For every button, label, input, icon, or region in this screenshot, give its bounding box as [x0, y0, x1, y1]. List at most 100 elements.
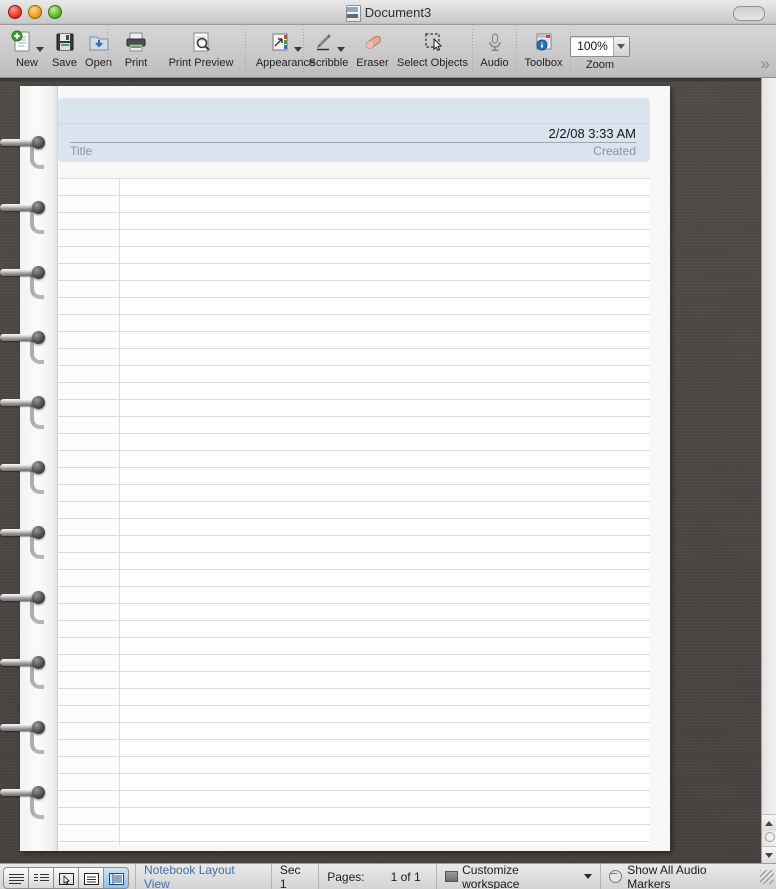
note-margin-rule [119, 179, 120, 845]
spiral-ring [0, 719, 48, 754]
spiral-ring [0, 589, 48, 624]
toolbar-button-save[interactable]: Save [48, 25, 81, 69]
resize-grip[interactable] [760, 869, 774, 884]
status-bar: Notebook Layout View Sec 1 Pages: 1 of 1… [0, 863, 776, 889]
view-mode-buttons [3, 866, 129, 889]
toolbar-overflow-chevron[interactable]: » [761, 55, 770, 72]
toolbar-button-scribble[interactable]: Scribble [306, 25, 351, 69]
draft-view-icon [8, 872, 24, 884]
created-date-value[interactable]: 2/2/08 3:33 AM [549, 126, 636, 142]
customize-workspace-menu[interactable]: Customize workspace [436, 863, 600, 889]
window-controls [8, 5, 62, 19]
vertical-scrollbar[interactable] [761, 78, 776, 863]
eraser-icon [361, 29, 385, 55]
toolbar-label-zoom: Zoom [585, 59, 615, 71]
zoom-button[interactable] [48, 5, 62, 19]
toolbar-separator [107, 29, 108, 73]
toolbar-separator [245, 29, 246, 73]
header-title-rule [70, 142, 636, 143]
appearance-icon [270, 29, 302, 55]
notebook-layout-view-icon [108, 872, 124, 885]
toolbar-label-eraser: Eraser [356, 57, 389, 69]
window-title-bar: Document3 [0, 0, 776, 25]
view-button-outline-view[interactable] [28, 866, 53, 889]
spiral-ring [0, 784, 48, 819]
notebook-header: 2/2/08 3:33 AM Title Created [58, 98, 650, 162]
workspace-icon [445, 871, 459, 882]
toolbar-label-select-objects: Select Objects [397, 57, 468, 69]
toolbar-separator [303, 29, 304, 73]
toolbox-info-icon [533, 29, 555, 55]
chevron-down-icon[interactable] [584, 874, 593, 879]
toolbar-zoom-control[interactable]: 100% Zoom [570, 25, 630, 71]
toolbar-label-print-preview: Print Preview [168, 57, 234, 69]
toolbar-button-print[interactable]: Print [112, 25, 160, 69]
spiral-ring [0, 329, 48, 364]
spiral-ring [0, 459, 48, 494]
printer-icon [124, 29, 148, 55]
toolbar-toggle-button[interactable] [733, 6, 765, 21]
print-layout-view-icon [83, 872, 99, 885]
canvas-top-shadow [0, 78, 776, 83]
document-canvas: 2/2/08 3:33 AM Title Created [0, 78, 776, 863]
toolbar-button-new[interactable]: New [6, 25, 48, 69]
toolbar-label-new: New [15, 57, 38, 69]
spiral-ring [0, 199, 48, 234]
status-pages: Pages: 1 of 1 [318, 863, 436, 889]
title-field-label: Title [70, 144, 93, 158]
main-toolbar: New Save Open Print Print Preview Appear… [0, 25, 776, 78]
publishing-layout-view-icon [58, 872, 74, 885]
spiral-ring [0, 394, 48, 429]
audio-marker-icon [609, 870, 623, 883]
document-icon [345, 4, 361, 22]
minimize-button[interactable] [28, 5, 42, 19]
pencil-icon [313, 29, 345, 55]
chevron-down-icon[interactable] [293, 47, 302, 52]
toolbar-button-audio[interactable]: Audio [476, 25, 513, 69]
zoom-value: 100% [577, 39, 608, 53]
application-window: Document3 New Save Open Print Print Prev… [0, 0, 776, 889]
toolbar-button-print-preview[interactable]: Print Preview [160, 25, 242, 69]
view-button-publishing-layout-view[interactable] [53, 866, 78, 889]
header-value-row: 2/2/08 3:33 AM [70, 122, 636, 142]
view-button-notebook-layout-view[interactable] [103, 866, 129, 889]
zoom-combobox[interactable]: 100% [570, 36, 630, 57]
view-button-draft-view[interactable] [3, 866, 28, 889]
window-title-area: Document3 [0, 0, 776, 25]
spiral-ring [0, 134, 48, 169]
toolbar-button-select-objects[interactable]: Select Objects [394, 25, 471, 69]
toolbar-button-toolbox[interactable]: Toolbox [520, 25, 567, 69]
chevron-down-icon[interactable] [36, 47, 44, 52]
toolbar-label-audio: Audio [480, 57, 509, 69]
marquee-select-icon [421, 29, 445, 55]
toolbar-button-eraser[interactable]: Eraser [351, 25, 394, 69]
toolbar-separator [472, 29, 473, 73]
new-document-icon [10, 29, 44, 55]
notebook-lined-area[interactable] [58, 178, 650, 845]
scroll-split-control[interactable] [765, 832, 775, 842]
scroll-down-arrow[interactable] [762, 846, 776, 863]
chevron-down-icon[interactable] [336, 47, 345, 52]
view-button-print-layout-view[interactable] [78, 866, 103, 889]
toolbar-label-save: Save [51, 57, 78, 69]
header-labels: Title Created [70, 144, 636, 158]
scroll-up-arrow[interactable] [762, 814, 776, 831]
spiral-ring [0, 524, 48, 559]
toolbar-label-scribble: Scribble [308, 57, 349, 69]
outline-view-icon [33, 872, 49, 884]
show-audio-markers-button[interactable]: Show All Audio Markers [600, 863, 760, 889]
toolbar-label-print: Print [124, 57, 148, 69]
toolbar-button-open[interactable]: Open [81, 25, 116, 69]
save-floppy-icon [54, 29, 76, 55]
toolbar-separator [516, 29, 517, 73]
spiral-ring [0, 264, 48, 299]
status-section: Sec 1 [270, 863, 318, 889]
chevron-down-icon[interactable] [612, 37, 629, 56]
notebook-page[interactable]: 2/2/08 3:33 AM Title Created [20, 86, 670, 851]
microphone-icon [485, 29, 505, 55]
window-title: Document3 [364, 5, 432, 20]
status-view-name[interactable]: Notebook Layout View [135, 863, 271, 889]
close-button[interactable] [8, 5, 22, 19]
status-pages-value: 1 of 1 [390, 869, 421, 884]
spiral-ring [0, 654, 48, 689]
